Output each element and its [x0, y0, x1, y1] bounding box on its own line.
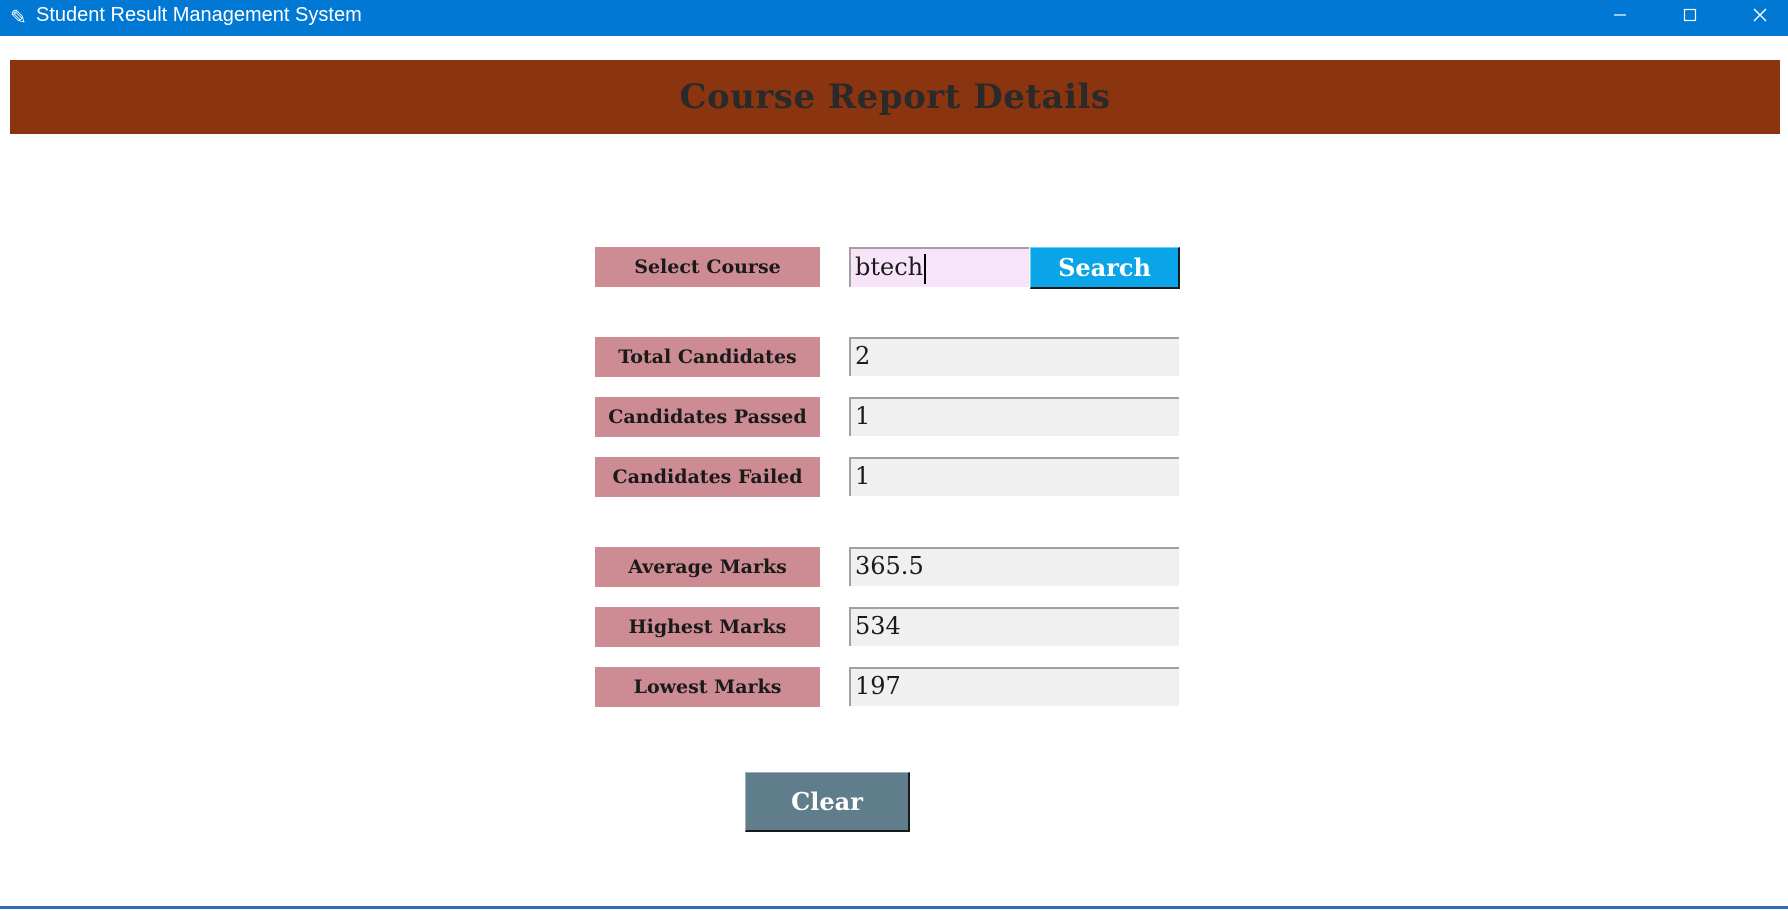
minimize-button[interactable] — [1585, 0, 1655, 30]
close-button[interactable] — [1725, 0, 1788, 30]
page-title: Course Report Details — [679, 77, 1111, 117]
window-title: Student Result Management System — [36, 4, 362, 26]
header-banner: Course Report Details — [10, 60, 1780, 134]
minimize-icon — [1614, 14, 1626, 16]
average-marks-label: Average Marks — [595, 547, 820, 587]
course-input-value: btech — [855, 253, 924, 281]
feather-icon: ✎ — [10, 7, 27, 29]
title-bar: ✎ Student Result Management System — [0, 0, 1788, 36]
window-bottom-border — [0, 906, 1788, 909]
lowest-marks-label: Lowest Marks — [595, 667, 820, 707]
candidates-failed-field[interactable]: 1 — [849, 457, 1179, 496]
select-course-label: Select Course — [595, 247, 820, 287]
lowest-marks-field[interactable]: 197 — [849, 667, 1179, 706]
clear-button[interactable]: Clear — [745, 772, 910, 832]
text-caret — [924, 253, 927, 284]
highest-marks-label: Highest Marks — [595, 607, 820, 647]
candidates-failed-label: Candidates Failed — [595, 457, 820, 497]
highest-marks-field[interactable]: 534 — [849, 607, 1179, 646]
candidates-passed-field[interactable]: 1 — [849, 397, 1179, 436]
app-window: ✎ Student Result Management System Cours… — [0, 0, 1788, 911]
candidates-passed-label: Candidates Passed — [595, 397, 820, 437]
maximize-icon — [1683, 8, 1697, 22]
average-marks-field[interactable]: 365.5 — [849, 547, 1179, 586]
total-candidates-label: Total Candidates — [595, 337, 820, 377]
search-button[interactable]: Search — [1030, 247, 1180, 289]
course-input[interactable]: btech — [849, 247, 1029, 287]
total-candidates-field[interactable]: 2 — [849, 337, 1179, 376]
maximize-button[interactable] — [1655, 0, 1725, 30]
close-icon — [1753, 8, 1767, 22]
